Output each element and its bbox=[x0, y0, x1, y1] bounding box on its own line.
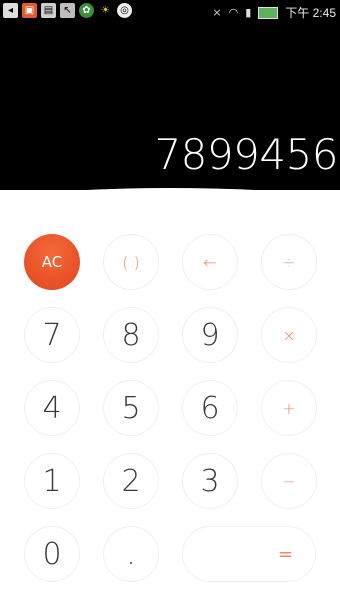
weibo-icon: ◎ bbox=[117, 3, 132, 18]
status-bar-right: ⨯ ◠ ▮ 下午 2:45 bbox=[212, 4, 336, 21]
backspace-button[interactable]: ← bbox=[182, 234, 238, 290]
digit-8-button[interactable]: 8 bbox=[103, 307, 159, 363]
equals-button[interactable]: = bbox=[182, 526, 316, 582]
status-time: 下午 2:45 bbox=[285, 6, 336, 20]
sun-icon: ☀ bbox=[101, 4, 110, 16]
multiply-button[interactable]: × bbox=[261, 307, 317, 363]
signal-icon: ▮ bbox=[245, 6, 252, 19]
digit-3-button[interactable]: 3 bbox=[182, 453, 238, 509]
wifi-icon: ◠ bbox=[228, 6, 239, 19]
status-bar: ◂ ▣ ▤ ↖ ✿ ☀ ◎ ⨯ ◠ ▮ 下午 2:45 bbox=[0, 0, 340, 22]
plus-button[interactable]: + bbox=[261, 380, 317, 436]
cursor-icon: ↖ bbox=[60, 3, 75, 18]
display-value: 7899456 bbox=[154, 130, 338, 179]
status-bar-left: ◂ ▣ ▤ ↖ ✿ ☀ ◎ bbox=[3, 3, 132, 18]
keypad-curve bbox=[0, 188, 340, 226]
digit-9-button[interactable]: 9 bbox=[182, 307, 238, 363]
digit-4-button[interactable]: 4 bbox=[24, 380, 80, 436]
mute-icon: ⨯ bbox=[212, 6, 222, 19]
digit-6-button[interactable]: 6 bbox=[182, 380, 238, 436]
digit-7-button[interactable]: 7 bbox=[24, 307, 80, 363]
digit-5-button[interactable]: 5 bbox=[103, 380, 159, 436]
leaf-icon: ✿ bbox=[79, 3, 94, 18]
result-display: 7899456 bbox=[0, 22, 340, 202]
image-icon: ▤ bbox=[41, 3, 56, 18]
divide-button[interactable]: ÷ bbox=[261, 234, 317, 290]
battery-icon bbox=[258, 6, 279, 19]
parentheses-button[interactable]: ( ) bbox=[103, 234, 159, 290]
digit-0-button[interactable]: 0 bbox=[24, 526, 80, 582]
digit-1-button[interactable]: 1 bbox=[24, 453, 80, 509]
digit-2-button[interactable]: 2 bbox=[103, 453, 159, 509]
decimal-point-button[interactable]: . bbox=[103, 526, 159, 582]
back-icon: ◂ bbox=[3, 3, 18, 18]
minus-button[interactable]: − bbox=[261, 453, 317, 509]
clear-button[interactable]: AC bbox=[24, 234, 80, 290]
notification-icon: ▣ bbox=[22, 3, 37, 18]
